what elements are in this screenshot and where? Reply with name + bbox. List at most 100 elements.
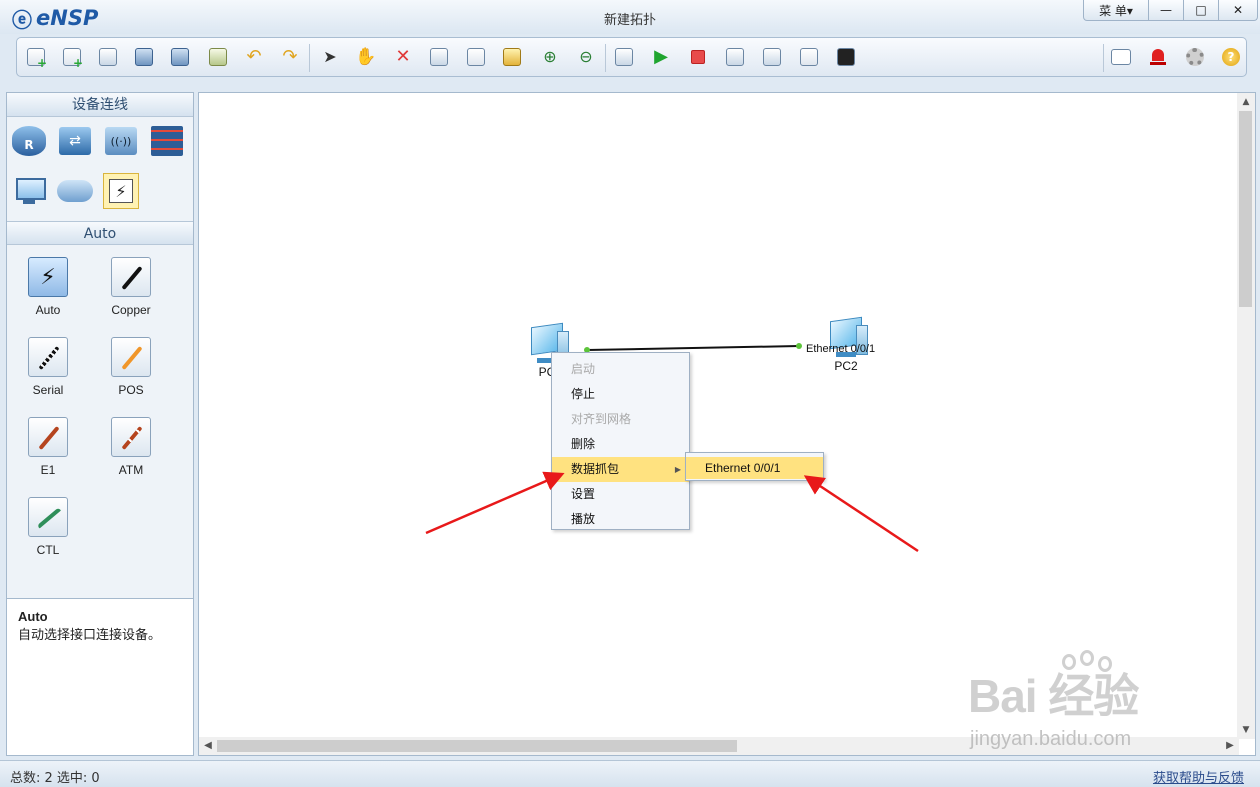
redo-button[interactable]: ↷ bbox=[279, 46, 301, 68]
device-router[interactable]: R bbox=[11, 123, 47, 159]
menu-item-play[interactable]: 播放 bbox=[552, 507, 689, 532]
help-feedback-link[interactable]: 获取帮助与反馈 bbox=[1153, 767, 1244, 786]
device-section-title: 设备连线 bbox=[7, 93, 193, 117]
horizontal-scrollbar[interactable]: ◀ ▶ bbox=[199, 737, 1239, 755]
help-button[interactable]: ? bbox=[1220, 46, 1242, 68]
cable-serial[interactable]: Serial bbox=[13, 337, 83, 397]
cable-pos[interactable]: POS bbox=[96, 337, 166, 397]
topology-canvas[interactable]: ▲ ▼ ◀ ▶ PC PC2 Ethernet 0/0/1 bbox=[198, 92, 1256, 756]
description-box: Auto 自动选择接口连接设备。 bbox=[6, 598, 194, 756]
menu-item-delete[interactable]: 删除 bbox=[552, 432, 689, 457]
auto-cable-icon: ⚡ bbox=[28, 257, 68, 297]
cable-ctl[interactable]: CTL bbox=[13, 497, 83, 557]
new-topology-button[interactable] bbox=[25, 46, 47, 70]
cable-label: CTL bbox=[36, 543, 60, 557]
cable-label: Copper bbox=[111, 303, 151, 317]
device-firewall[interactable] bbox=[149, 123, 185, 159]
delete-link-icon bbox=[430, 48, 448, 66]
description-title: Auto bbox=[18, 609, 48, 624]
maximize-button[interactable]: □ bbox=[1183, 0, 1219, 21]
vertical-scroll-thumb[interactable] bbox=[1239, 111, 1252, 307]
fit-view-icon bbox=[615, 48, 633, 66]
close-button[interactable]: ✕ bbox=[1218, 0, 1258, 21]
save-icon bbox=[135, 48, 153, 66]
menu-item-start[interactable]: 启动 bbox=[552, 357, 689, 382]
zoom-in-icon: ⊕ bbox=[543, 47, 557, 66]
firewall-icon bbox=[151, 126, 183, 156]
wireless-icon: ((·)) bbox=[105, 127, 137, 155]
scroll-down-arrow[interactable]: ▼ bbox=[1237, 721, 1255, 739]
cable-label: Serial bbox=[32, 383, 64, 397]
stop-device-button[interactable] bbox=[687, 46, 709, 68]
print-button[interactable] bbox=[207, 46, 229, 68]
cable-copper[interactable]: Copper bbox=[96, 257, 166, 317]
minimize-button[interactable]: — bbox=[1148, 0, 1184, 21]
status-bar: 总数: 2 选中: 0 获取帮助与反馈 bbox=[0, 760, 1260, 787]
link-layer bbox=[584, 343, 802, 353]
note-icon bbox=[467, 48, 485, 66]
menu-item-align-grid[interactable]: 对齐到网格 bbox=[552, 407, 689, 432]
open-button[interactable] bbox=[97, 46, 119, 68]
submenu-arrow-icon: ▶ bbox=[674, 465, 681, 474]
network-link[interactable] bbox=[586, 345, 800, 351]
cable-atm[interactable]: ATM bbox=[96, 417, 166, 477]
main-menu-button[interactable]: 菜 单▾ bbox=[1083, 0, 1149, 21]
huawei-site-button[interactable] bbox=[1147, 46, 1169, 68]
serial-cable-icon bbox=[28, 337, 68, 377]
start-device-button[interactable]: ▶ bbox=[650, 46, 672, 68]
horizontal-scroll-thumb[interactable] bbox=[217, 740, 737, 752]
cable-section-title: Auto bbox=[7, 221, 193, 245]
toolbar-divider bbox=[605, 44, 606, 72]
submenu-item-ethernet[interactable]: Ethernet 0/0/1 bbox=[686, 457, 823, 479]
title-bar: ⓔ eNSP 新建拓扑 菜 单▾ — □ ✕ bbox=[0, 0, 1260, 34]
scroll-right-arrow[interactable]: ▶ bbox=[1221, 737, 1239, 755]
capture-button[interactable] bbox=[724, 46, 746, 68]
cable-auto[interactable]: ⚡ Auto bbox=[13, 257, 83, 317]
zoom-in-button[interactable]: ⊕ bbox=[539, 46, 561, 68]
ctl-cable-icon bbox=[28, 497, 68, 537]
undo-button[interactable]: ↶ bbox=[243, 46, 265, 68]
menu-item-capture[interactable]: 数据抓包 ▶ bbox=[552, 457, 689, 482]
delete-button[interactable]: ✕ bbox=[392, 46, 414, 68]
save-button[interactable] bbox=[133, 46, 155, 68]
pan-tool-button[interactable]: ✋ bbox=[355, 46, 377, 68]
device-wlan[interactable]: ((·)) bbox=[103, 123, 139, 159]
toolbar: ↶ ↷ ➤ ✋ ✕ ⊕ ⊖ ▶ ? bbox=[16, 37, 1247, 77]
save-as-button[interactable] bbox=[169, 46, 191, 68]
gear-icon bbox=[1186, 48, 1204, 66]
help-icon: ? bbox=[1222, 48, 1240, 66]
cursor-icon: ➤ bbox=[323, 47, 337, 66]
cable-e1[interactable]: E1 bbox=[13, 417, 83, 477]
menu-item-stop[interactable]: 停止 bbox=[552, 382, 689, 407]
screenshot-button[interactable] bbox=[835, 46, 857, 68]
grid-icon bbox=[800, 48, 818, 66]
device-switch[interactable]: ⇄ bbox=[57, 123, 93, 159]
area-box-button[interactable] bbox=[501, 46, 523, 68]
menu-item-settings[interactable]: 设置 bbox=[552, 482, 689, 507]
grid-button[interactable] bbox=[798, 46, 820, 68]
new-example-icon bbox=[63, 48, 83, 70]
toolbar-divider bbox=[1103, 44, 1104, 72]
node-label: PC2 bbox=[834, 359, 858, 373]
delete-all-links-button[interactable] bbox=[428, 46, 450, 68]
scroll-up-arrow[interactable]: ▲ bbox=[1237, 93, 1255, 111]
device-cloud[interactable] bbox=[57, 173, 93, 209]
pos-cable-icon bbox=[111, 337, 151, 377]
text-note-button[interactable] bbox=[465, 46, 487, 68]
new-example-button[interactable] bbox=[61, 46, 83, 70]
stop-icon bbox=[691, 50, 705, 64]
zoom-out-button[interactable]: ⊖ bbox=[575, 46, 597, 68]
scroll-left-arrow[interactable]: ◀ bbox=[199, 737, 217, 755]
settings-button[interactable] bbox=[1184, 46, 1206, 68]
open-folder-icon bbox=[99, 48, 117, 66]
delete-icon: ✕ bbox=[395, 46, 411, 67]
reset-view-button[interactable] bbox=[613, 46, 635, 68]
select-tool-button[interactable]: ➤ bbox=[319, 46, 341, 68]
vertical-scrollbar[interactable]: ▲ ▼ bbox=[1237, 93, 1255, 739]
device-links[interactable]: ⚡ bbox=[103, 173, 139, 209]
topology-button[interactable] bbox=[761, 46, 783, 68]
window-controls: 菜 单▾ — □ ✕ bbox=[1083, 0, 1258, 21]
pc-icon bbox=[14, 178, 46, 204]
device-terminal[interactable] bbox=[11, 173, 47, 209]
forum-button[interactable] bbox=[1110, 46, 1132, 68]
